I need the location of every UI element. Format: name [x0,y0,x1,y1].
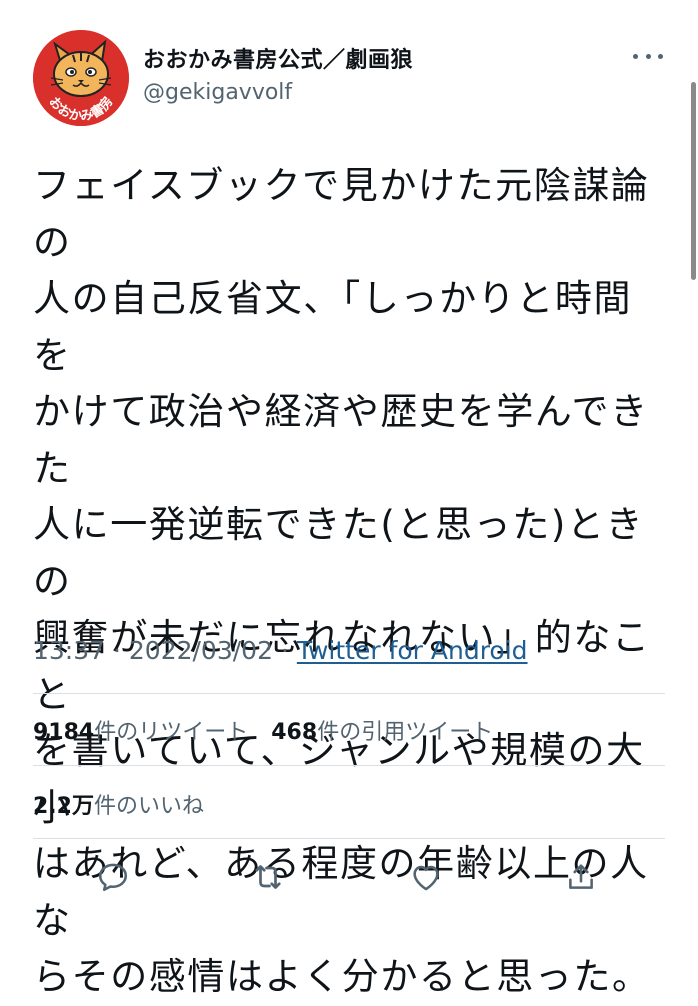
likes-label: 件のいいね [93,794,204,819]
tweet-source-link[interactable]: Twitter for Android [297,636,528,665]
dot-icon [645,53,651,59]
like-stats: 2.2万件のいいね [33,788,220,820]
tweet-time[interactable]: 13:37 [33,636,105,665]
avatar[interactable]: おおかみ書房 [33,30,129,126]
share-button[interactable] [556,852,606,902]
tweet-meta: 13:37 · 2022/03/02 · Twitter for Android [33,636,528,665]
quotes-link[interactable]: 468件の引用ツイート [271,720,509,745]
share-icon [569,864,593,889]
quotes-label: 件の引用ツイート [317,720,494,745]
reply-icon [98,863,128,892]
action-bar [0,852,698,902]
quotes-count: 468 [271,720,318,745]
divider [33,693,665,694]
retweet-stats: 9184件のリツイート 468件の引用ツイート [33,714,509,746]
tweet-header: おおかみ書房 おおかみ書房公式／劇画狼 @gekigavvolf [33,30,673,130]
dot-icon [633,53,638,59]
user-handle[interactable]: @gekigavvolf [143,80,292,105]
retweet-button[interactable] [243,852,293,902]
retweets-link[interactable]: 9184件のリツイート [33,720,264,745]
cat-logo-icon: おおかみ書房 [33,30,129,126]
meta-separator: · [105,636,129,665]
display-name[interactable]: おおかみ書房公式／劇画狼 [143,42,413,74]
like-button[interactable] [401,852,451,902]
retweets-label: 件のリツイート [94,720,249,745]
divider [33,838,665,839]
like-icon [413,865,439,891]
reply-button[interactable] [88,852,138,902]
scrollbar[interactable] [691,82,696,280]
more-options-button[interactable] [633,46,663,66]
tweet-date[interactable]: 2022/03/02 [129,636,273,665]
likes-count: 2.2万 [33,794,94,819]
retweet-icon [255,865,281,889]
dot-icon [658,53,663,59]
meta-separator: · [272,636,297,665]
tweet-detail: おおかみ書房 おおかみ書房公式／劇画狼 @gekigavvolf フェイスブック… [0,0,698,998]
divider [33,765,665,766]
retweets-count: 9184 [33,720,95,745]
likes-link[interactable]: 2.2万件のいいね [33,794,220,819]
